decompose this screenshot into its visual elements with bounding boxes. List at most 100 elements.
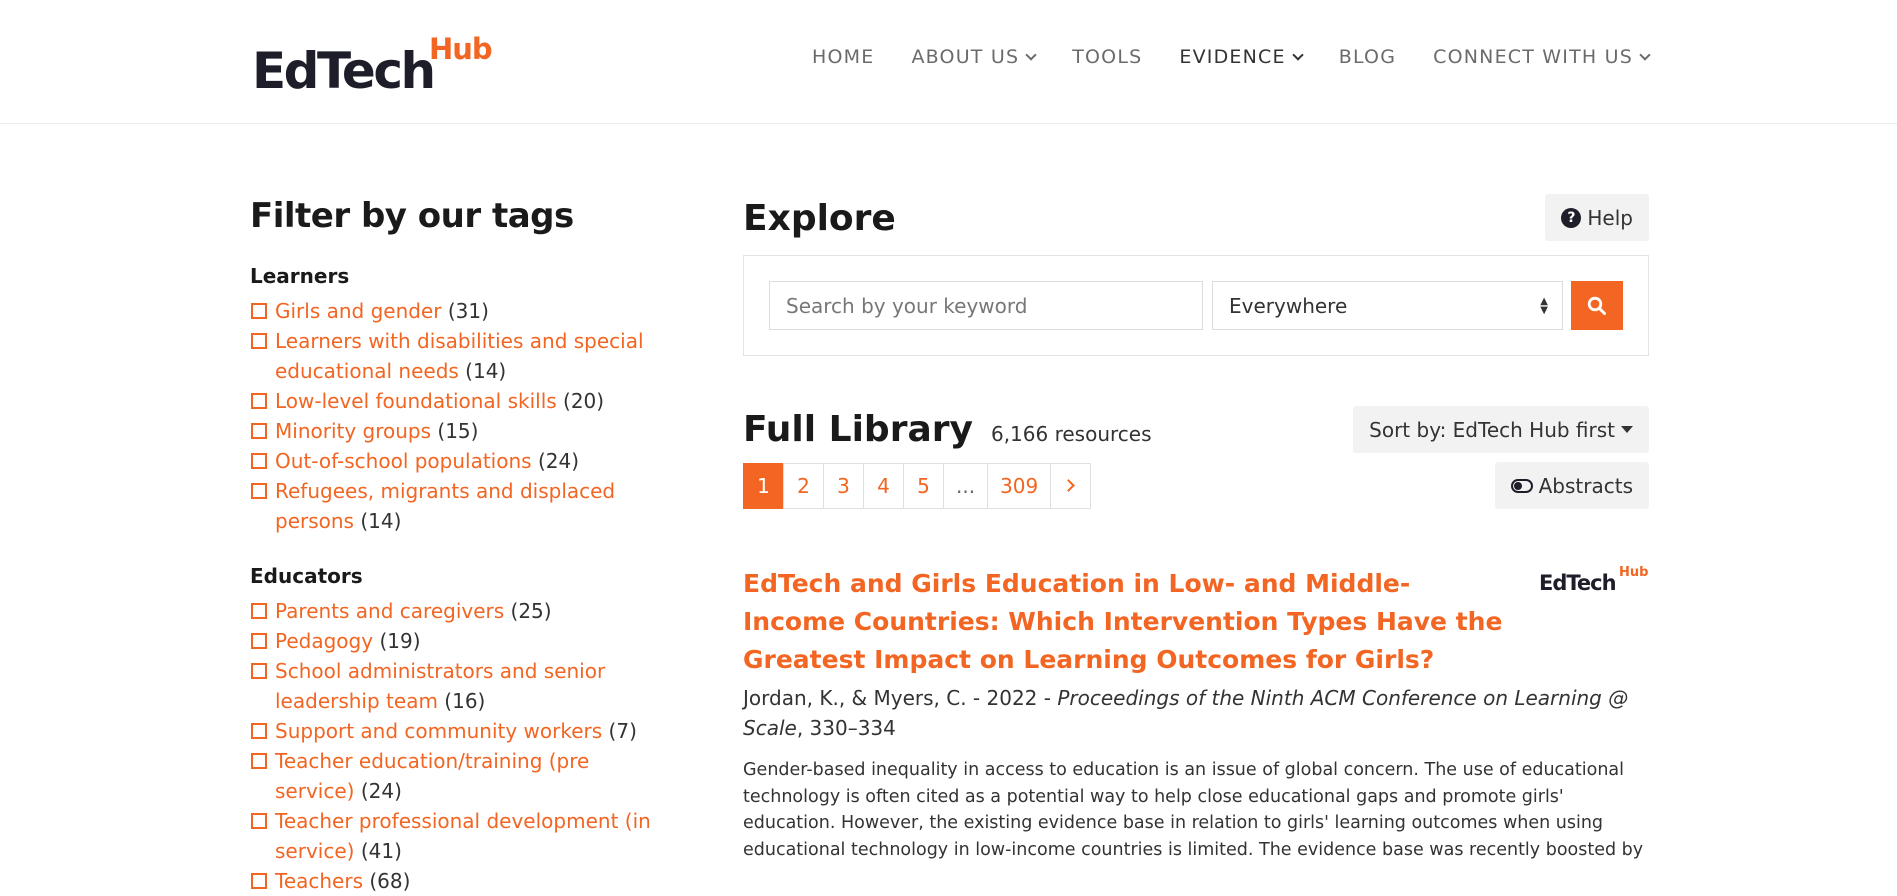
sort-label: Sort by: EdTech Hub first	[1369, 417, 1615, 442]
nav-item-label: BLOG	[1338, 46, 1397, 68]
tag-count: (68)	[369, 869, 411, 893]
caret-down-icon	[1621, 426, 1633, 433]
checkbox-icon[interactable]	[251, 873, 267, 889]
nav-item-label: HOME	[811, 46, 875, 68]
checkbox-icon[interactable]	[251, 813, 267, 829]
search-scope-value: Everywhere	[1229, 293, 1348, 318]
tag-filter-item[interactable]: Girls and gender (31)	[250, 296, 670, 326]
nav-item-connect-with-us[interactable]: CONNECT WITH US	[1433, 46, 1651, 68]
page-link-5[interactable]: 5	[903, 462, 944, 509]
page-link-1[interactable]: 1	[743, 462, 784, 509]
page-link-3[interactable]: 3	[823, 462, 864, 509]
tag-count: (14)	[360, 509, 402, 533]
tag-filter-sidebar: Filter by our tags Learners Girls and gen…	[250, 196, 670, 896]
tag-group-title: Educators	[250, 564, 363, 588]
select-arrows-icon: ▲ ▼	[1540, 296, 1548, 316]
pagination-ellipsis: ...	[943, 462, 989, 509]
tag-label[interactable]: Teacher education/training (pre service)	[275, 749, 589, 803]
nav-item-label: TOOLS	[1072, 46, 1143, 68]
nav-item-about-us[interactable]: ABOUT US	[911, 46, 1037, 68]
tag-label[interactable]: Refugees, migrants and displaced persons	[275, 479, 615, 533]
result-source-logo: EdTech Hub	[1539, 565, 1649, 595]
tag-count: (19)	[379, 629, 421, 653]
tag-filter-item[interactable]: Refugees, migrants and displaced persons…	[250, 476, 670, 536]
toggle-icon	[1510, 478, 1533, 493]
tag-count: (20)	[563, 389, 605, 413]
checkbox-icon[interactable]	[251, 303, 267, 319]
tag-filter-item[interactable]: Out-of-school populations (24)	[250, 446, 670, 476]
tag-label[interactable]: Minority groups	[275, 419, 431, 443]
tag-filter-item[interactable]: Learners with disabilities and special e…	[250, 326, 670, 386]
logo-superscript: Hub	[429, 32, 493, 66]
checkbox-icon[interactable]	[251, 333, 267, 349]
abstracts-toggle[interactable]: Abstracts	[1494, 462, 1649, 509]
chevron-down-icon	[1292, 48, 1304, 61]
tag-count: (24)	[360, 779, 402, 803]
tag-label[interactable]: Parents and caregivers	[275, 599, 504, 623]
search-input[interactable]	[769, 281, 1203, 330]
resource-count: 6,166 resources	[990, 422, 1152, 446]
tag-label[interactable]: Learners with disabilities and special e…	[275, 329, 644, 383]
tag-count: (14)	[465, 359, 507, 383]
page-link-4[interactable]: 4	[863, 462, 904, 509]
help-button[interactable]: ? Help	[1545, 194, 1649, 241]
page-link-309[interactable]: 309	[987, 462, 1052, 509]
tag-label[interactable]: Teacher professional development (in ser…	[275, 809, 651, 863]
search-scope-select[interactable]: Everywhere ▲ ▼	[1212, 281, 1563, 330]
tag-groups: Learners Girls and gender (31) Learners wi…	[250, 264, 670, 896]
search-icon	[1587, 296, 1606, 315]
tag-group-title: Learners	[250, 264, 350, 288]
checkbox-icon[interactable]	[251, 633, 267, 649]
chevron-right-icon	[1062, 479, 1076, 492]
question-circle-icon: ?	[1561, 207, 1582, 228]
tag-count: (15)	[437, 419, 479, 443]
tag-filter-item[interactable]: School administrators and senior leaders…	[250, 656, 670, 716]
checkbox-icon[interactable]	[251, 423, 267, 439]
tag-label[interactable]: Low-level foundational skills	[275, 389, 557, 413]
nav-item-tools[interactable]: TOOLS	[1072, 46, 1142, 68]
nav-item-label: ABOUT US	[911, 46, 1020, 68]
sidebar-title: Filter by our tags	[250, 196, 574, 236]
tag-label[interactable]: Support and community workers	[275, 719, 602, 743]
explore-header: Explore ? Help	[743, 194, 1649, 241]
search-button[interactable]	[1571, 281, 1623, 330]
checkbox-icon[interactable]	[251, 723, 267, 739]
nav-item-evidence[interactable]: EVIDENCE	[1179, 46, 1304, 68]
checkbox-icon[interactable]	[251, 453, 267, 469]
tag-label[interactable]: Out-of-school populations	[275, 449, 532, 473]
tag-filter-item[interactable]: Teacher education/training (pre service)…	[250, 746, 670, 806]
tag-label[interactable]: School administrators and senior leaders…	[275, 659, 605, 713]
checkbox-icon[interactable]	[251, 753, 267, 769]
tag-filter-item[interactable]: Support and community workers (7)	[250, 716, 670, 746]
tag-filter-item[interactable]: Pedagogy (19)	[250, 626, 670, 656]
checkbox-icon[interactable]	[251, 483, 267, 499]
tag-count: (41)	[360, 839, 402, 863]
nav-item-blog[interactable]: BLOG	[1339, 46, 1396, 68]
page-link-2[interactable]: 2	[783, 462, 824, 509]
tag-label[interactable]: Girls and gender	[275, 299, 442, 323]
checkbox-icon[interactable]	[251, 393, 267, 409]
checkbox-icon[interactable]	[251, 663, 267, 679]
sort-dropdown[interactable]: Sort by: EdTech Hub first	[1353, 406, 1649, 453]
tag-filter-item[interactable]: Parents and caregivers (25)	[250, 596, 670, 626]
abstracts-label: Abstracts	[1538, 473, 1633, 498]
tag-label[interactable]: Pedagogy	[275, 629, 373, 653]
pagination-row: 1 2 3 4 5... 309 Abstracts	[743, 462, 1649, 509]
help-label: Help	[1587, 205, 1633, 230]
result-title-link[interactable]: EdTech and Girls Education in Low- and M…	[743, 565, 1503, 679]
checkbox-icon[interactable]	[251, 603, 267, 619]
search-panel: Everywhere ▲▼	[743, 255, 1649, 356]
result-item: EdTech and Girls Education in Low- and M…	[743, 565, 1649, 863]
tag-filter-item[interactable]: Minority groups (15)	[250, 416, 670, 446]
explore-title: Explore	[743, 198, 896, 239]
tag-filter-item[interactable]: Low-level foundational skills (20)	[250, 386, 670, 416]
chevron-down-icon	[1025, 48, 1037, 61]
tag-filter-item[interactable]: Teacher professional development (in ser…	[250, 806, 670, 866]
tag-label[interactable]: Teachers	[275, 869, 363, 893]
pagination: 1 2 3 4 5... 309	[743, 462, 1092, 509]
next-page-button[interactable]	[1050, 462, 1092, 509]
tag-filter-item[interactable]: Teachers (68)	[250, 866, 670, 896]
nav-item-label: CONNECT WITH US	[1433, 46, 1633, 68]
nav-item-home[interactable]: HOME	[812, 46, 874, 68]
result-citation: Jordan, K., & Myers, C. - 2022 - Proceed…	[743, 683, 1649, 743]
